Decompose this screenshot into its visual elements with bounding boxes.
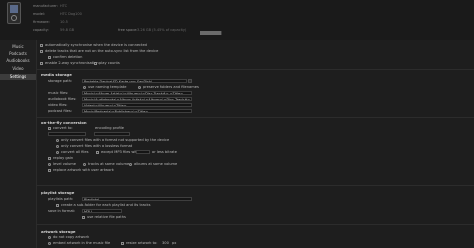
manufacturer-label: manufacturer: — [33, 4, 58, 8]
sidebar-item-podcasts[interactable]: Podcasts — [0, 51, 36, 57]
naming-template-option[interactable]: use naming template — [83, 85, 126, 89]
relative-paths-checkbox[interactable] — [82, 215, 85, 219]
free-space-value: 3.26 GB (5.45% of capacity) — [137, 28, 187, 32]
resize-artwork-value[interactable]: 300 — [162, 241, 169, 245]
divider — [36, 69, 474, 70]
only-lossless-option[interactable]: only convert files with a lossless forma… — [56, 144, 132, 148]
only-unsupported-radio[interactable] — [56, 138, 59, 142]
device-icon — [7, 2, 21, 24]
conversion-title: on-the-fly conversion — [41, 120, 87, 125]
music-files-input[interactable]: Music\<Album Artist>\<Album>\<Disc Track… — [82, 91, 192, 95]
albums-same-option[interactable]: albums at same volume — [129, 162, 177, 166]
convert-option[interactable]: convert to: — [48, 126, 73, 130]
artwork-storage-title: artwork storage — [41, 229, 76, 234]
convert-format-select[interactable] — [48, 132, 86, 136]
preserve-radio[interactable] — [138, 85, 141, 89]
except-mp3-option[interactable]: except MP3 files with — [96, 150, 139, 154]
capacity-bar — [200, 31, 222, 35]
delete-option[interactable]: delete tracks that are not on the auto-s… — [40, 49, 158, 53]
replace-artwork-option[interactable]: replace artwork with user artwork — [48, 168, 114, 172]
no-copy-artwork-radio[interactable] — [48, 235, 51, 239]
video-files-input[interactable]: Video\<Album>\<Title> — [82, 103, 192, 107]
save-format-label: save in format: — [48, 209, 76, 213]
level-volume-option[interactable]: level volume — [48, 162, 76, 166]
encoding-profile-select[interactable] — [94, 132, 130, 136]
delete-checkbox[interactable] — [40, 49, 43, 53]
only-unsupported-option[interactable]: only convert files with a format not sup… — [56, 138, 169, 142]
model-label: model: — [33, 12, 46, 16]
sidebar-item-music[interactable]: Music — [0, 44, 36, 50]
albums-same-radio[interactable] — [129, 162, 132, 166]
same-volume-option[interactable]: tracks at same volume — [83, 162, 129, 166]
sidebar: Music Podcasts Audiobooks Video Settings — [0, 40, 37, 248]
convert-checkbox[interactable] — [48, 126, 51, 130]
subfolder-checkbox[interactable] — [56, 203, 59, 207]
capacity-label: capacity: — [33, 28, 49, 32]
embed-artwork-radio[interactable] — [48, 241, 51, 245]
no-copy-artwork-option[interactable]: do not copy artwork — [48, 235, 89, 239]
capacity-value: 59.8 GB — [60, 28, 75, 32]
confirm-deletion-checkbox[interactable] — [48, 55, 51, 59]
play-counts-option[interactable]: play counts — [94, 61, 120, 65]
naming-template-radio[interactable] — [83, 85, 86, 89]
model-value: HTC Dog100 — [60, 12, 82, 16]
play-counts-checkbox[interactable] — [94, 61, 97, 65]
confirm-deletion-option[interactable]: confirm deletion — [48, 55, 82, 59]
playlists-path-label: playlists path: — [48, 197, 74, 201]
firmware-value: 10.5 — [60, 20, 68, 24]
twoway-sync-option[interactable]: enable 2-way synchronisation — [40, 61, 99, 65]
subfolder-option[interactable]: create a sub-folder for each playlist an… — [56, 203, 150, 207]
level-volume-radio[interactable] — [48, 162, 51, 166]
bitrate-unit-label: or less bitrate — [152, 150, 177, 154]
resize-artwork-option[interactable]: resize artwork to: — [121, 241, 157, 245]
sidebar-item-settings[interactable]: Settings — [0, 74, 36, 80]
bitrate-input[interactable] — [136, 150, 150, 154]
divider — [36, 117, 474, 118]
convert-all-radio[interactable] — [56, 150, 59, 154]
audiobook-files-label: audiobook files: — [48, 97, 77, 101]
free-space-label: free space: — [118, 28, 138, 32]
relative-paths-option[interactable]: use relative file paths — [82, 215, 126, 219]
preserve-option[interactable]: preserve folders and filenames — [138, 85, 199, 89]
storage-path-input[interactable]: Portable Device\SD-Karte von SanDisk\ — [82, 79, 187, 83]
sidebar-item-video[interactable]: Video — [0, 66, 36, 72]
replay-gain-checkbox[interactable] — [48, 156, 51, 160]
playlists-path-input[interactable]: Playlists\ — [82, 197, 192, 201]
podcast-files-label: podcast files: — [48, 109, 72, 113]
resize-artwork-checkbox[interactable] — [121, 241, 124, 245]
storage-path-browse-button[interactable] — [188, 79, 192, 83]
convert-all-option[interactable]: convert all files — [56, 150, 89, 154]
divider — [36, 224, 474, 225]
settings-panel: automatically synchronise when the devic… — [36, 40, 474, 248]
storage-path-label: storage path: — [48, 79, 73, 83]
media-storage-title: media storage — [41, 72, 72, 77]
firmware-label: firmware: — [33, 20, 50, 24]
replay-gain-option[interactable]: replay gain — [48, 156, 73, 160]
manufacturer-value: HTC — [60, 4, 68, 8]
save-format-select[interactable]: M3U — [82, 209, 122, 213]
encoding-profile-label: encoding profile — [95, 126, 124, 130]
divider — [36, 185, 474, 186]
px-unit-label: px — [172, 241, 177, 245]
podcast-files-input[interactable]: Music\Podcasts\<Publisher>\<Title> — [82, 109, 192, 113]
auto-sync-checkbox[interactable] — [40, 43, 43, 47]
only-lossless-radio[interactable] — [56, 144, 59, 148]
video-files-label: video files: — [48, 103, 68, 107]
replace-artwork-checkbox[interactable] — [48, 168, 51, 172]
auto-sync-option[interactable]: automatically synchronise when the devic… — [40, 43, 147, 47]
twoway-checkbox[interactable] — [40, 61, 43, 65]
except-mp3-checkbox[interactable] — [96, 150, 99, 154]
audiobook-files-input[interactable]: Music\Audiobooks\<Album Artist>\<Album>\… — [82, 97, 192, 101]
embed-artwork-option[interactable]: embed artwork in the music file — [48, 241, 110, 245]
music-files-label: music files: — [48, 91, 69, 95]
sidebar-item-audiobooks[interactable]: Audiobooks — [0, 58, 36, 64]
same-volume-radio[interactable] — [83, 162, 86, 166]
playlist-storage-title: playlist storage — [41, 190, 75, 195]
device-header: manufacturer: HTC model: HTC Dog100 firm… — [0, 0, 474, 40]
